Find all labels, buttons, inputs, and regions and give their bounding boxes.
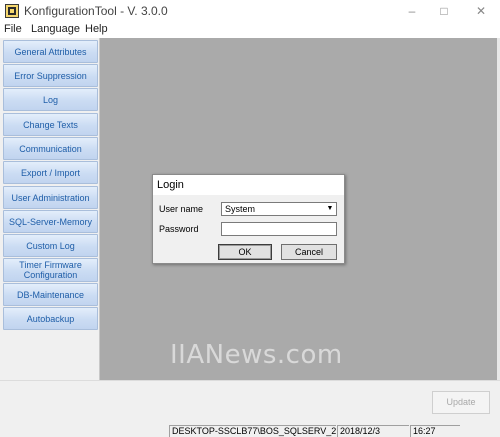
menu-help[interactable]: Help: [85, 23, 108, 35]
app-icon: [5, 4, 19, 18]
password-label: Password: [159, 224, 199, 234]
status-date: 2018/12/3: [337, 425, 409, 437]
bottom-panel: [0, 380, 500, 424]
nav-custom-log[interactable]: Custom Log: [3, 234, 98, 257]
nav-user-administration[interactable]: User Administration: [3, 186, 98, 209]
menu-bar: File Language Help: [0, 22, 500, 38]
login-dialog: Login User name System ▼ Password OK Can…: [152, 174, 345, 264]
login-dialog-title: Login: [153, 175, 344, 195]
username-value: System: [225, 204, 256, 214]
nav-change-texts[interactable]: Change Texts: [3, 113, 98, 136]
window-title: KonfigurationTool - V. 3.0.0: [24, 4, 168, 18]
nav-export-import[interactable]: Export / Import: [3, 161, 98, 184]
password-field[interactable]: [221, 222, 337, 236]
nav-sql-server-memory[interactable]: SQL-Server-Memory: [3, 210, 98, 233]
title-bar: KonfigurationTool - V. 3.0.0 – □ ✕: [0, 0, 500, 22]
cancel-button[interactable]: Cancel: [281, 244, 337, 260]
nav-communication[interactable]: Communication: [3, 137, 98, 160]
watermark: IIANews.com: [170, 340, 343, 370]
navigation-panel: General Attributes Error Suppression Log…: [0, 38, 100, 380]
nav-autobackup[interactable]: Autobackup: [3, 307, 98, 330]
status-time: 16:27: [410, 425, 460, 437]
username-select[interactable]: System ▼: [221, 202, 337, 216]
ok-button[interactable]: OK: [218, 244, 272, 260]
update-button[interactable]: Update: [432, 391, 490, 414]
status-bar: DESKTOP-SSCLB77\BOS_SQLSERV_2014 2018/12…: [0, 424, 500, 437]
nav-error-suppression[interactable]: Error Suppression: [3, 64, 98, 87]
nav-general-attributes[interactable]: General Attributes: [3, 40, 98, 63]
minimize-icon[interactable]: –: [404, 3, 420, 19]
username-label: User name: [159, 204, 204, 214]
chevron-down-icon[interactable]: ▼: [325, 204, 335, 214]
nav-log[interactable]: Log: [3, 88, 98, 111]
status-connection: DESKTOP-SSCLB77\BOS_SQLSERV_2014: [169, 425, 336, 437]
nav-db-maintenance[interactable]: DB-Maintenance: [3, 283, 98, 306]
menu-file[interactable]: File: [4, 23, 22, 35]
menu-language[interactable]: Language: [31, 23, 80, 35]
nav-timer-firmware-configuration[interactable]: Timer Firmware Configuration: [3, 258, 98, 282]
close-icon[interactable]: ✕: [473, 3, 489, 19]
maximize-icon[interactable]: □: [436, 3, 452, 19]
